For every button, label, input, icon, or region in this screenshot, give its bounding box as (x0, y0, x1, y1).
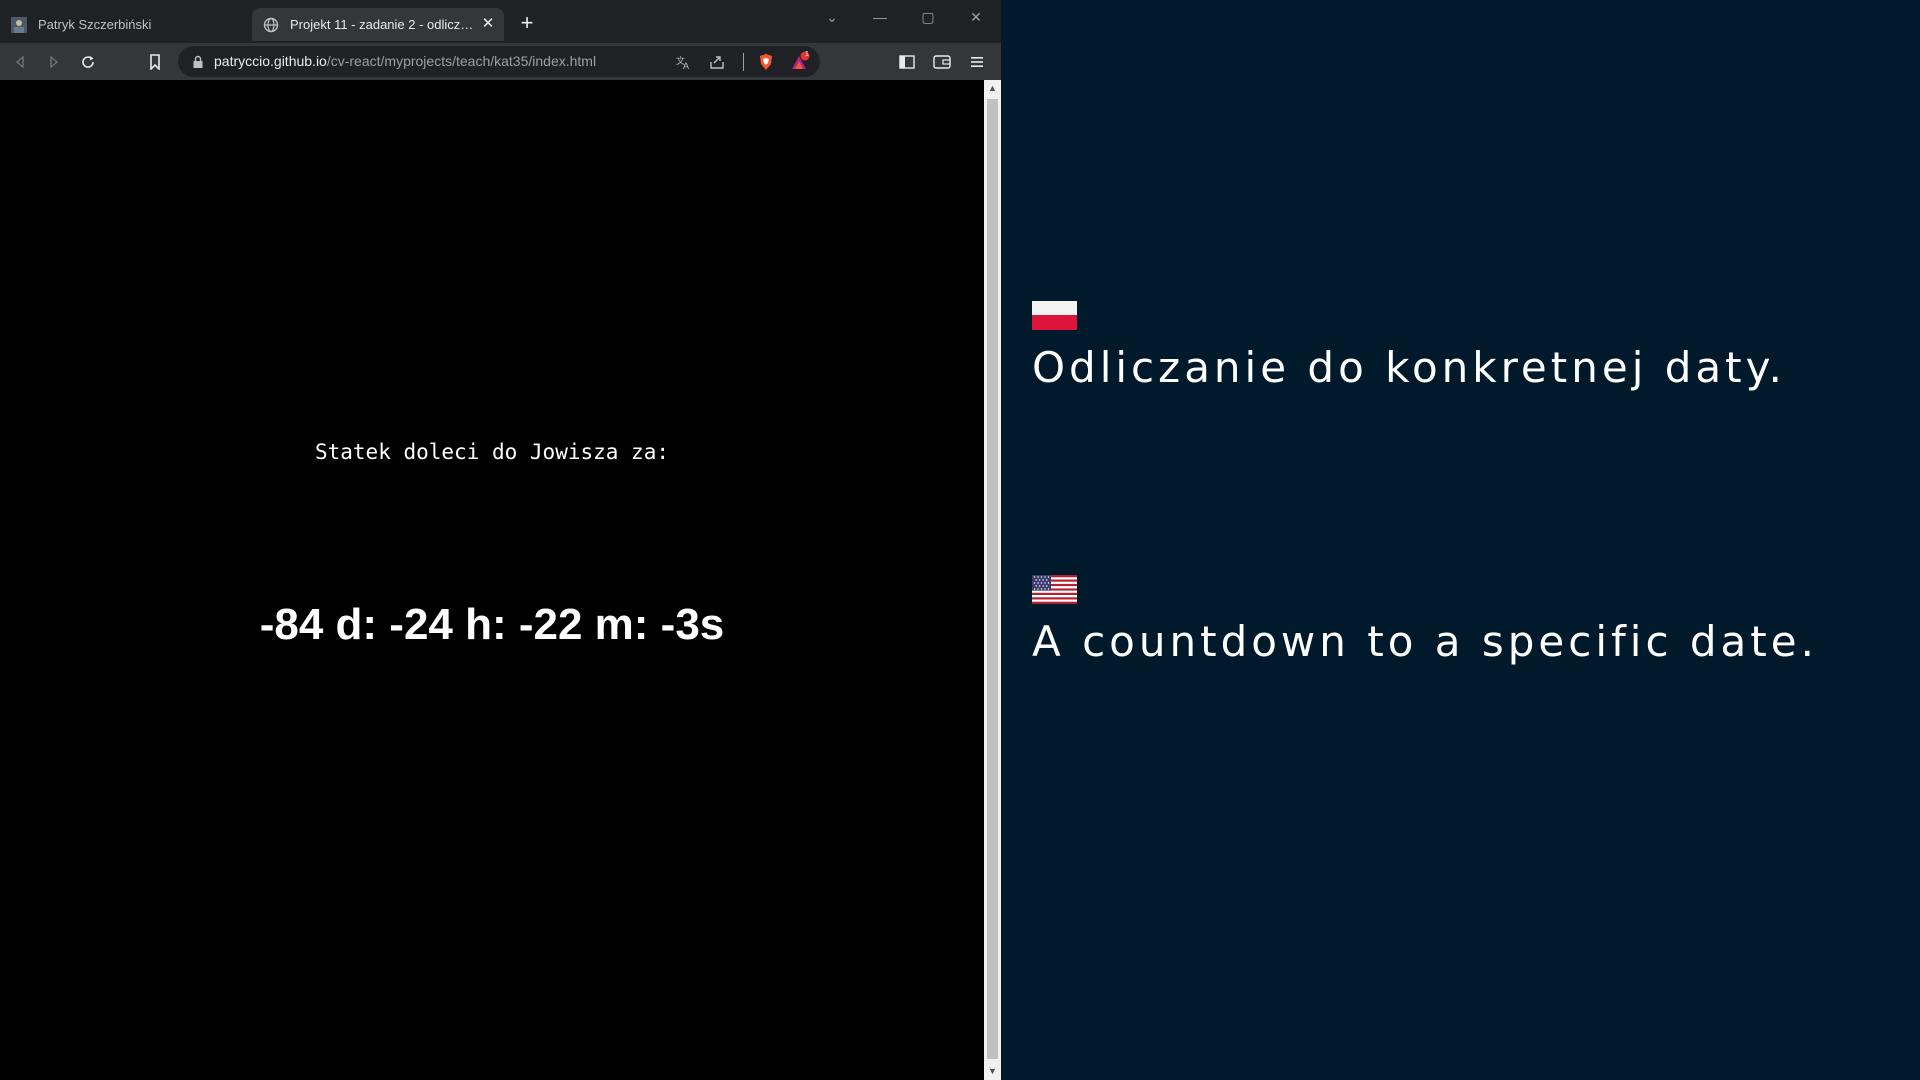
countdown-heading: Statek doleci do Jowisza za: (314, 440, 669, 464)
url-text: patryccio.github.io/cv-react/myprojects/… (214, 53, 596, 69)
tab-search-chevron-icon[interactable]: ⌄ (812, 4, 852, 30)
scroll-down-arrow-icon[interactable]: ▼ (984, 1063, 1001, 1080)
profile-favicon-icon (10, 16, 28, 34)
caption-panel: Odliczanie do konkretnej daty. A countdo… (1001, 0, 1920, 1080)
tab-title: Projekt 11 - zadanie 2 - odliczanie (290, 17, 476, 32)
vertical-scrollbar[interactable]: ▲ ▼ (984, 80, 1001, 1080)
tab-patryk[interactable]: Patryk Szczerbiński (0, 8, 250, 41)
close-window-button[interactable]: ✕ (956, 4, 996, 30)
separator (743, 53, 744, 71)
url-host: patryccio.github.io (214, 53, 327, 69)
back-button[interactable] (8, 50, 32, 74)
us-flag-icon (1032, 575, 1077, 604)
brave-shields-icon[interactable] (754, 50, 778, 74)
tab-title: Patryk Szczerbiński (38, 17, 152, 32)
sidebar-toggle-icon[interactable] (895, 50, 919, 74)
browser-toolbar: patryccio.github.io/cv-react/myprojects/… (0, 43, 1001, 80)
browser-window: Patryk Szczerbiński Projekt 11 - zadanie… (0, 0, 1001, 1080)
menu-icon[interactable] (965, 50, 989, 74)
reload-button[interactable] (76, 50, 100, 74)
forward-button[interactable] (42, 50, 66, 74)
bookmark-button[interactable] (143, 50, 167, 74)
wallet-icon[interactable] (930, 50, 954, 74)
brave-rewards-icon[interactable]: 1 (788, 50, 812, 74)
caption-polish: Odliczanie do konkretnej daty. (1032, 343, 1786, 392)
page-viewport (0, 80, 984, 1080)
close-icon[interactable]: ✕ (480, 16, 496, 32)
countdown-timer: -84 d: -24 h: -22 m: -3s (259, 600, 725, 649)
tab-strip: Patryk Szczerbiński Projekt 11 - zadanie… (0, 0, 1001, 48)
svg-text:A: A (683, 61, 689, 70)
scrollbar-thumb[interactable] (987, 99, 998, 1059)
share-icon[interactable] (705, 50, 729, 74)
new-tab-button[interactable]: + (515, 12, 539, 36)
pl-flag-icon (1032, 301, 1077, 330)
minimize-button[interactable]: — (860, 4, 900, 30)
lock-icon[interactable] (186, 50, 210, 74)
address-bar[interactable]: patryccio.github.io/cv-react/myprojects/… (178, 46, 820, 77)
url-path: /cv-react/myprojects/teach/kat35/index.h… (326, 53, 597, 69)
maximize-button[interactable]: ▢ (908, 4, 948, 30)
notification-badge: 1 (805, 51, 809, 58)
caption-english: A countdown to a specific date. (1032, 617, 1818, 666)
globe-icon (262, 16, 280, 34)
translate-icon[interactable]: 文A (671, 50, 695, 74)
tab-projekt[interactable]: Projekt 11 - zadanie 2 - odliczanie ✕ (252, 8, 504, 41)
scroll-up-arrow-icon[interactable]: ▲ (984, 80, 1001, 97)
